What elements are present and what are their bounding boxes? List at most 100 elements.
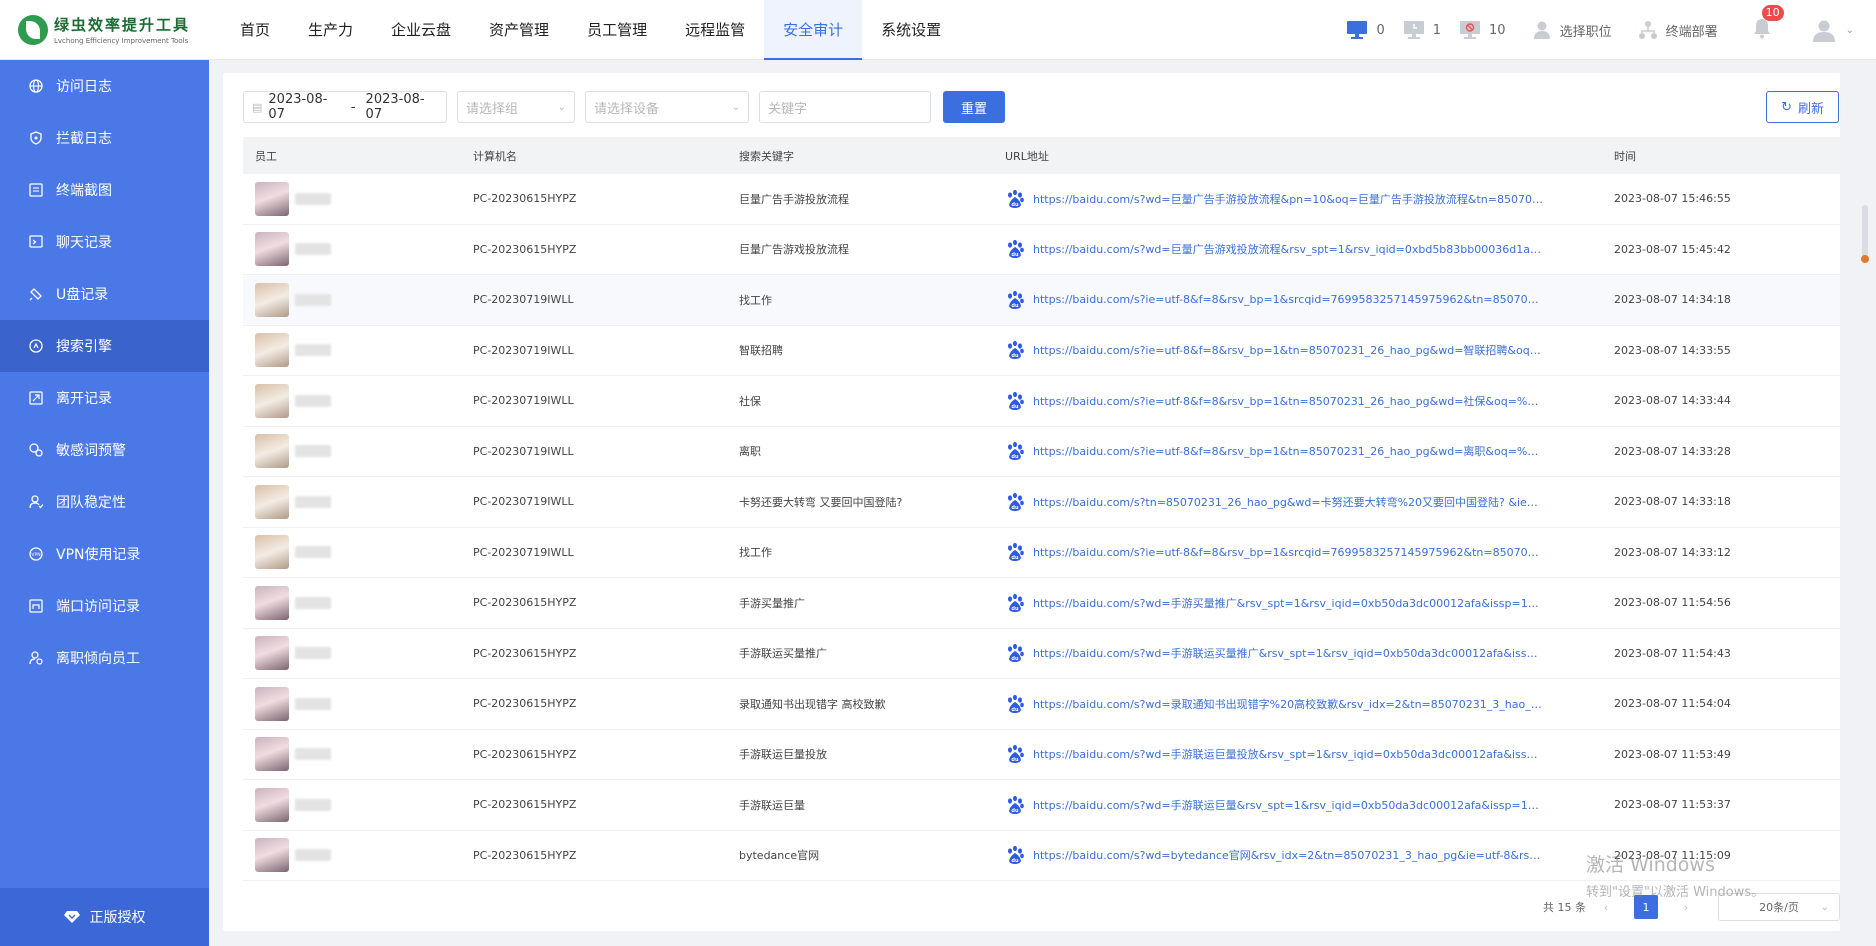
url-link[interactable]: https://baidu.com/s?wd=手游联运买量推广&rsv_spt=… [1033, 645, 1543, 661]
sidebar-item-usb-log[interactable]: U盘记录 [0, 268, 209, 320]
table-row[interactable]: PC-20230719IWLL 智联招聘 du https://baidu.com/s… [243, 326, 1840, 376]
url-link[interactable]: https://baidu.com/s?ie=utf-8&f=8&rsv_bp=… [1033, 393, 1543, 409]
search-keyword: 手游买量推广 [739, 596, 805, 610]
employee-name-blurred [295, 697, 331, 710]
deploy-terminal-button[interactable]: 终端部署 [1638, 20, 1718, 40]
url-link[interactable]: https://baidu.com/s?wd=手游买量推广&rsv_spt=1&… [1033, 595, 1543, 611]
baidu-icon: du [1008, 240, 1024, 259]
table-row[interactable]: PC-20230615HYPZ 手游联运买量推广 du https://baidu.c… [243, 629, 1840, 679]
employee-avatar [255, 383, 289, 418]
url-link[interactable]: https://baidu.com/s?ie=utf-8&f=8&rsv_bp=… [1033, 546, 1543, 559]
url-link[interactable]: https://baidu.com/s?ie=utf-8&f=8&rsv_bp=… [1033, 293, 1543, 306]
nav-assets[interactable]: 资产管理 [470, 0, 568, 60]
employee-avatar [255, 838, 289, 873]
online-stat[interactable]: 0 [1346, 20, 1385, 40]
team-icon [28, 494, 44, 510]
nav-home[interactable]: 首页 [221, 0, 289, 60]
app-logo[interactable]: 绿虫效率提升工具 Lvchong Efficiency Improvement … [0, 0, 209, 60]
device-select[interactable]: 请选择设备 ⌄ [585, 91, 749, 123]
table-row[interactable]: PC-20230615HYPZ bytedance官网 du https://baid… [243, 831, 1840, 881]
sidebar-item-chat-log[interactable]: 聊天记录 [0, 216, 209, 268]
table-row[interactable]: PC-20230615HYPZ 录取通知书出现错字 高校致歉 du https://b… [243, 679, 1840, 730]
pagination: 共 15 条 ‹ 1 › 20条/页 ⌄ [1543, 893, 1840, 921]
url-link[interactable]: https://baidu.com/s?ie=utf-8&f=8&rsv_bp=… [1033, 342, 1543, 358]
user-avatar-menu[interactable]: ⌄ [1812, 18, 1854, 42]
table-row[interactable]: PC-20230615HYPZ 手游买量推广 du https://baidu.com… [243, 578, 1840, 629]
url-link[interactable]: https://baidu.com/s?wd=巨量广告游戏投放流程&rsv_sp… [1033, 241, 1543, 257]
sidebar-item-block-log[interactable]: 拦截日志 [0, 112, 209, 164]
table-row[interactable]: PC-20230719IWLL 找工作 du https://baidu.com/s?… [243, 275, 1840, 326]
sidebar-item-team-stability[interactable]: 团队稳定性 [0, 476, 209, 528]
globe-icon [28, 78, 44, 94]
employee-name-blurred [295, 445, 331, 458]
idle-stat[interactable]: 1 [1403, 20, 1441, 40]
keyword-input[interactable]: 关键字 [759, 91, 931, 123]
url-link[interactable]: https://baidu.com/s?tn=85070231_26_hao_p… [1033, 494, 1543, 510]
page-size-select[interactable]: 20条/页 ⌄ [1718, 893, 1840, 921]
svg-text:du: du [1011, 808, 1019, 814]
sidebar-item-sensitive-word[interactable]: 敏感词预警 [0, 424, 209, 476]
svg-text:du: du [1011, 353, 1019, 359]
table-row[interactable]: PC-20230719IWLL 找工作 du https://baidu.com/s?… [243, 528, 1840, 578]
reset-button[interactable]: 重置 [943, 91, 1006, 123]
baidu-icon: du [1008, 795, 1024, 814]
alert-icon [28, 442, 44, 458]
sidebar-item-resign-tendency[interactable]: 离职倾向员工 [0, 632, 209, 684]
nav-employees[interactable]: 员工管理 [568, 0, 666, 60]
nav-remote-monitor[interactable]: 远程监管 [666, 0, 764, 60]
license-button[interactable]: 正版授权 [0, 888, 209, 946]
employee-avatar [255, 686, 289, 721]
svg-text:du: du [1011, 606, 1019, 612]
sidebar-item-screenshot[interactable]: 终端截图 [0, 164, 209, 216]
page-number[interactable]: 1 [1634, 895, 1658, 919]
url-link[interactable]: https://baidu.com/s?wd=手游联运巨量投放&rsv_spt=… [1033, 746, 1543, 762]
col-keyword: 搜索关键字 [739, 149, 794, 163]
monitor-offline-icon [1460, 21, 1481, 39]
table-row[interactable]: PC-20230719IWLL 卡努还要大转弯 又要回中国登陆? du https:/… [243, 477, 1840, 528]
url-link[interactable]: https://baidu.com/s?ie=utf-8&f=8&rsv_bp=… [1033, 443, 1543, 459]
sidebar-item-leave-log[interactable]: 离开记录 [0, 372, 209, 424]
nav-productivity[interactable]: 生产力 [289, 0, 372, 60]
refresh-button[interactable]: ↻ 刷新 [1766, 91, 1839, 123]
next-page-button[interactable]: › [1674, 895, 1698, 919]
group-select[interactable]: 请选择组 ⌄ [457, 91, 575, 123]
table-row[interactable]: PC-20230719IWLL 社保 du https://baidu.com/s?i… [243, 376, 1840, 427]
sidebar-item-access-log[interactable]: 访问日志 [0, 60, 209, 112]
offline-stat[interactable]: 10 [1459, 20, 1506, 40]
table-row[interactable]: PC-20230615HYPZ 巨量广告手游投放流程 du https://baidu… [243, 174, 1840, 225]
scroll-indicator[interactable] [1861, 205, 1869, 263]
baidu-icon: du [1008, 341, 1024, 360]
employee-avatar [255, 737, 289, 772]
chevron-down-icon: ⌄ [557, 101, 566, 113]
nav-settings[interactable]: 系统设置 [862, 0, 960, 60]
date-range-picker[interactable]: ▤ 2023-08-07 - 2023-08-07 [243, 91, 447, 123]
sidebar-item-search-engine[interactable]: 搜索引擎 [0, 320, 209, 372]
url-link[interactable]: https://baidu.com/s?wd=巨量广告手游投放流程&pn=10&… [1033, 191, 1543, 207]
notifications-button[interactable]: 10 [1752, 5, 1784, 43]
search-keyword: 找工作 [739, 546, 772, 560]
sidebar-item-vpn-log[interactable]: VPN VPN使用记录 [0, 528, 209, 580]
baidu-icon: du [1008, 391, 1024, 410]
nav-cloud-drive[interactable]: 企业云盘 [372, 0, 470, 60]
svg-text:du: du [1011, 202, 1019, 208]
sidebar-item-port-access[interactable]: 端口访问记录 [0, 580, 209, 632]
col-time: 时间 [1614, 149, 1636, 163]
url-link[interactable]: https://baidu.com/s?wd=手游联运巨量&rsv_spt=1&… [1033, 797, 1543, 813]
select-position-button[interactable]: 选择职位 [1532, 20, 1612, 40]
col-employee: 员工 [255, 149, 277, 163]
search-keyword: 智联招聘 [739, 344, 783, 358]
table-row[interactable]: PC-20230615HYPZ 手游联运巨量投放 du https://baidu.c… [243, 730, 1840, 780]
prev-page-button[interactable]: ‹ [1594, 895, 1618, 919]
url-link[interactable]: https://baidu.com/s?wd=录取通知书出现错字%20高校致歉&… [1033, 696, 1543, 712]
timestamp: 2023-08-07 14:33:55 [1614, 343, 1731, 357]
employee-avatar [255, 282, 289, 317]
baidu-icon: du [1008, 442, 1024, 461]
table-row[interactable]: PC-20230615HYPZ 手游联运巨量 du https://baidu.com… [243, 780, 1840, 831]
calendar-icon: ▤ [252, 100, 263, 114]
computer-name: PC-20230615HYPZ [473, 747, 577, 761]
nav-security-audit[interactable]: 安全审计 [764, 0, 863, 60]
table-row[interactable]: PC-20230719IWLL 离职 du https://baidu.com/s?i… [243, 427, 1840, 477]
url-link[interactable]: https://baidu.com/s?wd=bytedance官网&rsv_i… [1033, 847, 1543, 863]
table-row[interactable]: PC-20230615HYPZ 巨量广告游戏投放流程 du https://baidu… [243, 225, 1840, 275]
timestamp: 2023-08-07 11:54:43 [1614, 646, 1731, 660]
